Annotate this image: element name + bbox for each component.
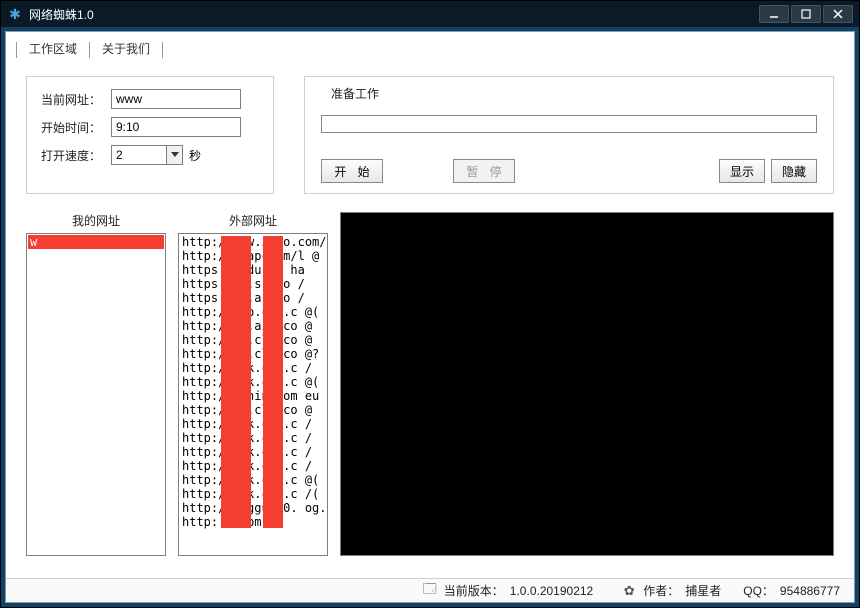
list-item[interactable]: https www.s .co / [180,277,326,291]
titlebar[interactable]: ✱ 网络蜘蛛1.0 [1,1,859,27]
start-time-label: 开始时间： [41,119,105,136]
tab-bar: 工作区域 关于我们 [6,32,854,62]
minimize-button[interactable] [759,5,789,23]
preview-panel[interactable] [340,212,834,556]
list-item[interactable]: http:/ .iapc pm/l @ [180,249,326,263]
hide-button[interactable]: 隐藏 [771,159,817,183]
list-item[interactable]: http:/ ank.c z.c /( [180,487,326,501]
external-urls-title: 外部网址 [229,212,277,229]
window-title: 网络蜘蛛1.0 [29,6,759,23]
author-label: 作者： [643,582,679,599]
qq-value: 954886777 [780,584,840,598]
tab-about[interactable]: 关于我们 [92,36,160,61]
prepare-label: 准备工作 [331,85,379,102]
redaction-strip [263,236,283,528]
version-label: 当前版本： [444,582,504,599]
list-item[interactable]: http:/ .chin com eu [180,389,326,403]
speed-value: 2 [112,148,166,162]
list-item[interactable]: http:/ eo.cl .co @ [180,403,326,417]
list-item[interactable]: http:/ ank.c z.c @( [180,375,326,389]
chevron-down-icon[interactable] [166,146,182,164]
close-button[interactable] [823,5,853,23]
list-item[interactable]: http:/ inggu 10. og. [180,501,326,515]
pause-button[interactable]: 暂 停 [453,159,515,183]
author-icon: ✿ [621,583,637,599]
tab-separator [16,42,17,58]
external-urls-list[interactable]: http://www.ia o.com/khttp:/ .iapc pm/l @… [178,233,328,556]
redaction-strip [221,236,251,528]
show-button[interactable]: 显示 [719,159,765,183]
maximize-button[interactable] [791,5,821,23]
speed-combo[interactable]: 2 [111,145,183,165]
list-item[interactable]: http:/ ank.c z.c @( [180,473,326,487]
tab-separator [162,42,163,58]
start-time-input[interactable] [111,117,241,137]
app-icon: ✱ [7,6,23,22]
progress-bar [321,115,817,133]
list-item[interactable]: http:/ icp.c h.c @( [180,305,326,319]
settings-group: 当前网址： 开始时间： 打开速度： 2 [26,76,274,194]
start-button[interactable]: 开 始 [321,159,383,183]
list-item[interactable]: http:/ ank.c z.c / [180,445,326,459]
version-value: 1.0.0.20190212 [510,584,593,598]
list-item[interactable]: http:/ eo.cl .co @? [180,347,326,361]
my-urls-list[interactable]: w [26,233,166,556]
list-item[interactable]: https baidu ai ha [180,263,326,277]
list-item[interactable]: http:/ eo.cl .co @ [180,333,326,347]
url-input[interactable] [111,89,241,109]
window-buttons [759,5,853,23]
app-window: ✱ 网络蜘蛛1.0 工作区域 关于我们 当前 [0,0,860,608]
list-item[interactable]: http:/ ank.c z.c / [180,431,326,445]
version-icon: 🗔 [422,583,438,599]
list-item[interactable]: http://www.ia o.com/k [180,235,326,249]
author-value: 捕星者 [685,582,721,599]
tab-separator [89,42,90,58]
qq-label: QQ： [743,582,774,599]
my-urls-title: 我的网址 [72,212,120,229]
list-item[interactable]: http:/ ank.c z.c / [180,417,326,431]
tab-work[interactable]: 工作区域 [19,36,87,61]
client-area: 工作区域 关于我们 当前网址： 开始时间： 打开速度： [5,31,855,603]
external-urls-column: 外部网址 http://www.ia o.com/khttp:/ .iapc p… [178,212,328,556]
version-segment: 🗔 当前版本： 1.0.0.20190212 [422,582,593,599]
mid-row: 我的网址 w 外部网址 http://www.ia o.com/khttp:/ … [26,212,834,556]
url-label: 当前网址： [41,91,105,108]
button-row: 开 始 暂 停 显示 隐藏 [321,159,817,183]
list-item[interactable]: https www.a .co / [180,291,326,305]
list-item[interactable]: http:/ ank.c z.c / [180,361,326,375]
speed-label: 打开速度： [41,147,105,164]
list-item[interactable]: http:/ pr.ai .co @ [180,319,326,333]
list-item[interactable]: http: .webm @ [180,515,326,529]
list-item[interactable]: http:/ ank.c z.c / [180,459,326,473]
top-row: 当前网址： 开始时间： 打开速度： 2 [26,76,834,194]
list-item[interactable]: w [28,235,164,249]
prepare-group: 准备工作 开 始 暂 停 显示 隐藏 [304,76,834,194]
content-panel: 当前网址： 开始时间： 打开速度： 2 [6,62,854,578]
speed-unit: 秒 [189,147,201,164]
my-urls-column: 我的网址 w [26,212,166,556]
author-segment: ✿ 作者： 捕星者 QQ： 954886777 [621,582,840,599]
status-bar: 🗔 当前版本： 1.0.0.20190212 ✿ 作者： 捕星者 QQ： 954886… [6,578,854,602]
